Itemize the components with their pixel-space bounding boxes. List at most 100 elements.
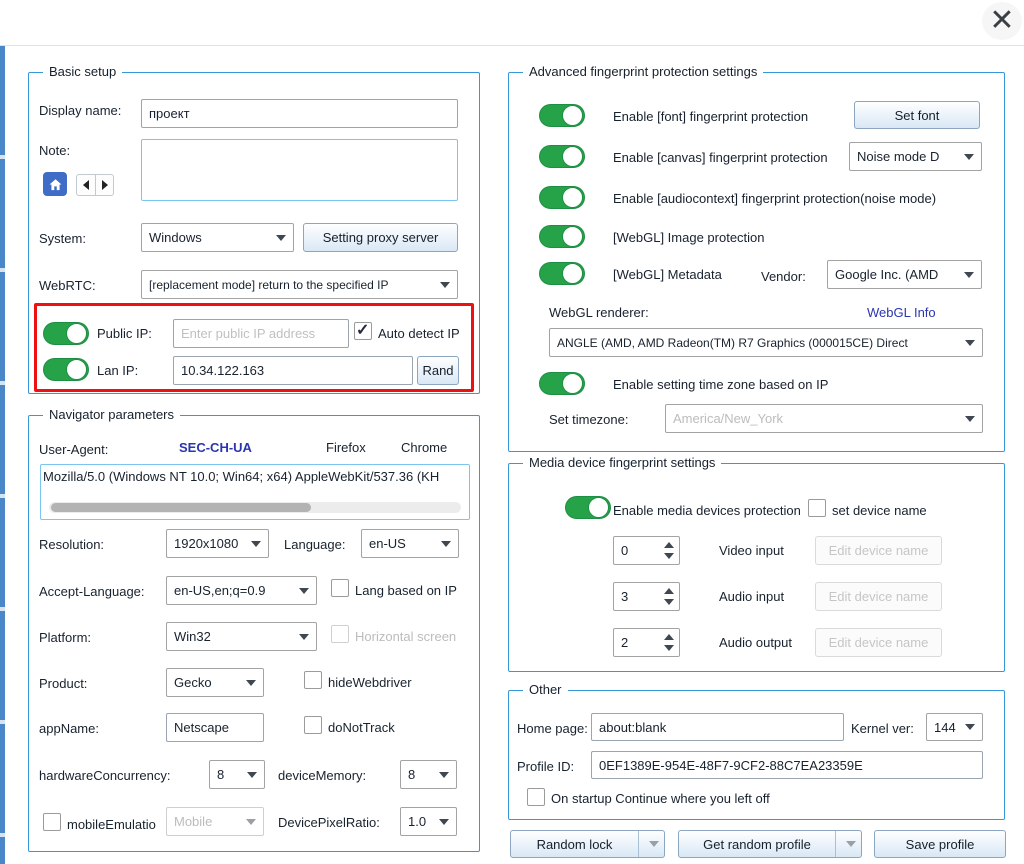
firefox-link[interactable]: Firefox xyxy=(326,440,366,455)
sec-ch-ua-link[interactable]: SEC-CH-UA xyxy=(179,440,252,455)
media-devices-toggle[interactable] xyxy=(565,496,611,519)
arrow-up-icon xyxy=(664,542,674,548)
webgl-image-toggle[interactable] xyxy=(539,225,585,248)
set-device-name-checkbox[interactable] xyxy=(808,499,826,517)
timezone-toggle-label: Enable setting time zone based on IP xyxy=(613,377,828,392)
language-select[interactable]: en-US xyxy=(361,529,459,558)
webrtc-select[interactable]: [replacement mode] return to the specifi… xyxy=(141,270,458,299)
hardware-concurrency-select[interactable]: 8 xyxy=(209,760,265,789)
save-profile-label: Save profile xyxy=(906,837,975,852)
scrollbar-thumb[interactable] xyxy=(51,503,311,512)
chevron-down-icon xyxy=(246,680,256,686)
next-button[interactable] xyxy=(95,175,113,195)
do-not-track-label: doNotTrack xyxy=(328,720,395,735)
device-memory-label: deviceMemory: xyxy=(278,768,366,783)
device-memory-select[interactable]: 8 xyxy=(400,760,457,789)
random-lock-dropdown[interactable] xyxy=(638,831,664,857)
auto-detect-ip-checkbox[interactable]: ✓ xyxy=(354,322,372,340)
lang-based-on-ip-checkbox[interactable] xyxy=(331,579,349,597)
lan-ip-label: Lan IP: xyxy=(97,363,138,378)
language-value: en-US xyxy=(369,536,436,551)
public-ip-toggle[interactable] xyxy=(43,322,89,345)
audio-output-spinner[interactable]: 2 xyxy=(613,628,680,657)
chevron-down-icon xyxy=(251,541,261,547)
timezone-toggle[interactable] xyxy=(539,372,585,395)
close-button[interactable]: ✕ xyxy=(982,2,1022,40)
set-font-button[interactable]: Set font xyxy=(854,101,980,129)
home-page-input[interactable] xyxy=(591,713,844,741)
advanced-fingerprint-title: Advanced fingerprint protection settings xyxy=(523,64,763,79)
system-value: Windows xyxy=(149,230,271,245)
note-textarea[interactable] xyxy=(141,139,458,201)
device-pixel-ratio-select[interactable]: 1.0 xyxy=(400,807,457,836)
kernel-ver-select[interactable]: 144 xyxy=(926,713,983,741)
arrow-up-icon xyxy=(664,588,674,594)
do-not-track-checkbox[interactable] xyxy=(304,716,322,734)
noise-mode-select[interactable]: Noise mode D xyxy=(849,142,982,171)
audio-input-spinner[interactable]: 3 xyxy=(613,582,680,611)
lan-ip-toggle[interactable] xyxy=(43,358,89,381)
other-title: Other xyxy=(523,682,568,697)
font-protection-label: Enable [font] fingerprint protection xyxy=(613,109,808,124)
webgl-metadata-toggle[interactable] xyxy=(539,262,585,285)
get-random-profile-button[interactable]: Get random profile xyxy=(678,830,862,858)
accept-language-label: Accept-Language: xyxy=(39,584,145,599)
spinner-arrows[interactable] xyxy=(659,583,679,610)
product-select[interactable]: Gecko xyxy=(166,668,264,697)
prev-button[interactable] xyxy=(77,175,95,195)
user-agent-box[interactable]: Mozilla/5.0 (Windows NT 10.0; Win64; x64… xyxy=(40,464,470,520)
chevron-down-icon xyxy=(439,772,449,778)
setting-proxy-server-button[interactable]: Setting proxy server xyxy=(303,223,458,252)
audiocontext-protection-toggle[interactable] xyxy=(539,186,585,209)
hardware-concurrency-label: hardwareConcurrency: xyxy=(39,768,171,783)
system-select[interactable]: Windows xyxy=(141,223,294,252)
hardware-concurrency-value: 8 xyxy=(217,767,242,782)
chevron-down-icon xyxy=(299,588,309,594)
webgl-info-link[interactable]: WebGL Info xyxy=(867,305,936,320)
random-lock-button[interactable]: Random lock xyxy=(510,830,665,858)
toggle-knob xyxy=(562,105,583,126)
video-input-spinner[interactable]: 0 xyxy=(613,536,680,565)
advanced-fingerprint-group: Advanced fingerprint protection settings… xyxy=(508,72,1005,452)
display-name-input[interactable] xyxy=(141,99,458,128)
platform-select[interactable]: Win32 xyxy=(166,622,317,651)
get-random-profile-dropdown[interactable] xyxy=(835,831,861,857)
on-startup-checkbox[interactable] xyxy=(527,788,545,806)
rand-button[interactable]: Rand xyxy=(417,356,459,385)
spinner-arrows[interactable] xyxy=(659,629,679,656)
accept-language-select[interactable]: en-US,en;q=0.9 xyxy=(166,576,317,605)
toggle-knob xyxy=(66,359,87,380)
resolution-select[interactable]: 1920x1080 xyxy=(166,529,269,558)
close-icon: ✕ xyxy=(989,6,1014,36)
font-protection-toggle[interactable] xyxy=(539,104,585,127)
webgl-image-label: [WebGL] Image protection xyxy=(613,230,765,245)
toggle-knob xyxy=(562,373,583,394)
media-devices-label: Enable media devices protection xyxy=(613,503,801,518)
appname-input[interactable] xyxy=(166,713,264,742)
check-icon: ✓ xyxy=(356,320,369,340)
home-button[interactable] xyxy=(43,172,67,196)
spinner-arrows[interactable] xyxy=(659,537,679,564)
side-tab-strip[interactable] xyxy=(0,46,5,864)
other-group: Other Home page: Kernel ver: 144 Profile… xyxy=(508,690,1005,820)
vendor-select[interactable]: Google Inc. (AMD xyxy=(827,260,982,289)
mobile-emulation-checkbox[interactable] xyxy=(43,813,61,831)
webgl-metadata-label: [WebGL] Metadata xyxy=(613,267,722,282)
edit-video-device-button: Edit device name xyxy=(815,536,942,565)
chevron-down-icon xyxy=(965,340,975,346)
horizontal-scrollbar[interactable] xyxy=(49,502,461,513)
lan-ip-input[interactable] xyxy=(173,356,413,385)
mobile-emulation-label: mobileEmulatio xyxy=(67,817,156,832)
profile-id-input[interactable] xyxy=(591,751,983,779)
arrow-right-icon xyxy=(102,180,108,190)
canvas-protection-toggle[interactable] xyxy=(539,145,585,168)
save-profile-button[interactable]: Save profile xyxy=(874,830,1006,858)
accept-language-value: en-US,en;q=0.9 xyxy=(174,583,294,598)
chrome-link[interactable]: Chrome xyxy=(401,440,447,455)
webgl-renderer-select[interactable]: ANGLE (AMD, AMD Radeon(TM) R7 Graphics (… xyxy=(549,328,983,357)
system-label: System: xyxy=(39,231,86,246)
public-ip-input[interactable] xyxy=(173,319,349,348)
video-input-count: 0 xyxy=(614,537,659,564)
hide-webdriver-checkbox[interactable] xyxy=(304,671,322,689)
horizontal-screen-label: Horizontal screen xyxy=(355,629,456,644)
